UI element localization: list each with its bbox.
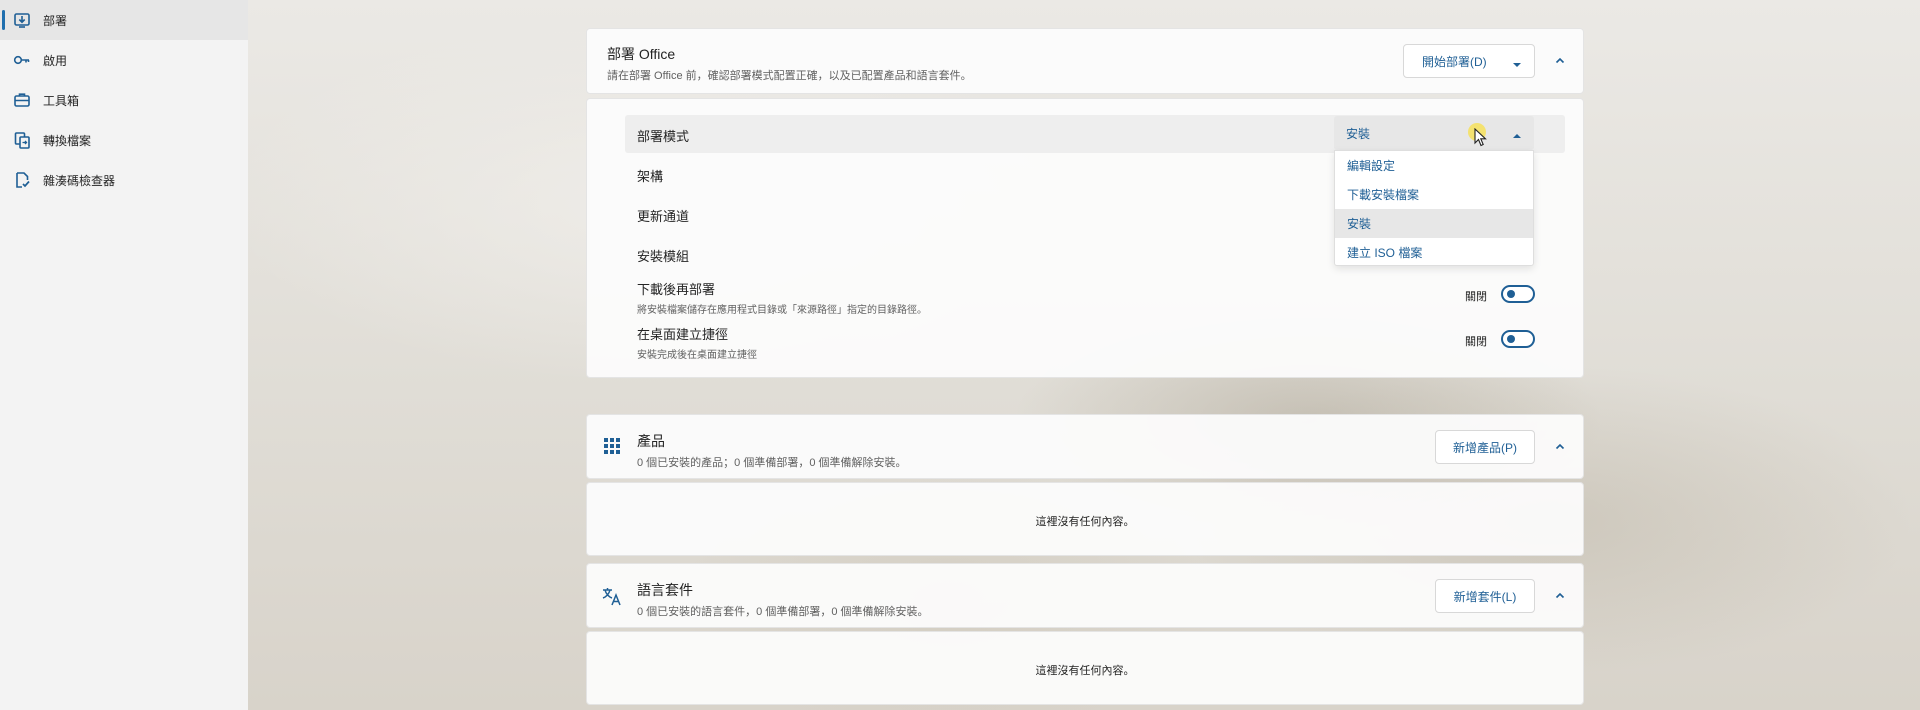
download-then-deploy-toggle[interactable]	[1501, 285, 1535, 303]
add-product-button[interactable]: 新增產品(P)	[1435, 430, 1535, 464]
key-icon	[12, 50, 32, 70]
collapse-chevron-up-icon[interactable]	[1553, 589, 1567, 603]
deploy-card-subtitle: 請在部署 Office 前，確認部署模式配置正確，以及已配置產品和語言套件。	[607, 70, 972, 82]
sidebar-item-convert[interactable]: 轉換檔案	[0, 120, 248, 160]
sidebar-item-toolbox[interactable]: 工具箱	[0, 80, 248, 120]
architecture-label: 架構	[637, 169, 664, 184]
language-packs-subtitle: 0 個已安裝的語言套件，0 個準備部署，0 個準備解除安裝。	[637, 606, 929, 618]
language-packs-title: 語言套件	[637, 582, 693, 598]
language-packs-list: 這裡沒有任何內容。	[586, 631, 1584, 705]
deploy-office-card: 部署 Office 請在部署 Office 前，確認部署模式配置正確，以及已配置…	[586, 28, 1584, 94]
deploy-mode-value: 安裝	[1346, 126, 1371, 141]
apps-grid-icon	[603, 437, 621, 460]
sidebar-item-label: 轉換檔案	[43, 133, 92, 148]
deploy-card-title: 部署 Office	[607, 46, 676, 62]
update-channel-label: 更新通道	[637, 209, 690, 224]
deploy-mode-label: 部署模式	[637, 129, 690, 144]
sidebar-item-label: 雜湊碼檢查器	[43, 173, 116, 188]
sidebar-item-checksum[interactable]: 雜湊碼檢查器	[0, 160, 248, 200]
desktop-shortcut-row: 在桌面建立捷徑 安裝完成後在桌面建立捷徑	[637, 324, 757, 361]
deploy-mode-select[interactable]: 安裝	[1334, 116, 1534, 150]
language-packs-card: 語言套件 0 個已安裝的語言套件，0 個準備部署，0 個準備解除安裝。 新增套件…	[586, 563, 1584, 628]
products-subtitle: 0 個已安裝的產品；0 個準備部署，0 個準備解除安裝。	[637, 457, 907, 469]
download-then-deploy-label: 下載後再部署	[637, 282, 716, 297]
products-card: 產品 0 個已安裝的產品；0 個準備部署，0 個準備解除安裝。 新增產品(P)	[586, 414, 1584, 479]
sidebar-item-label: 工具箱	[43, 93, 80, 108]
sidebar-item-activate[interactable]: 啟用	[0, 40, 248, 80]
desktop-shortcut-sub: 安裝完成後在桌面建立捷徑	[637, 350, 757, 361]
desktop-shortcut-state: 關閉	[1465, 336, 1487, 348]
start-deploy-button[interactable]: 開始部署(D)	[1403, 44, 1535, 78]
menu-item-create-iso[interactable]: 建立 ISO 檔案	[1335, 238, 1533, 267]
deploy-icon	[12, 10, 32, 30]
dropdown-caret-up-icon	[1512, 129, 1522, 143]
sidebar-item-deploy[interactable]: 部署	[0, 0, 248, 40]
menu-item-edit-settings[interactable]: 編輯設定	[1335, 151, 1533, 180]
desktop-shortcut-toggle[interactable]	[1501, 330, 1535, 348]
menu-item-install[interactable]: 安裝	[1335, 209, 1533, 238]
collapse-chevron-up-icon[interactable]	[1553, 440, 1567, 454]
products-title: 產品	[637, 433, 665, 449]
desktop-shortcut-label: 在桌面建立捷徑	[637, 327, 729, 342]
download-then-deploy-sub: 將安裝檔案儲存在應用程式目錄或「來源路徑」指定的目錄路徑。	[637, 305, 927, 316]
install-module-label: 安裝模組	[637, 249, 690, 264]
convert-file-icon	[12, 130, 32, 150]
sidebar-item-label: 啟用	[43, 53, 68, 68]
download-then-deploy-state: 關閉	[1465, 291, 1487, 303]
collapse-chevron-up-icon[interactable]	[1553, 54, 1567, 68]
sidebar-item-label: 部署	[43, 13, 68, 28]
deploy-mode-menu: 編輯設定 下載安裝檔案 安裝 建立 ISO 檔案	[1334, 150, 1534, 266]
add-language-pack-button[interactable]: 新增套件(L)	[1435, 579, 1535, 613]
mouse-pointer-icon	[1474, 127, 1488, 151]
products-empty-text: 這裡沒有任何內容。	[1035, 516, 1135, 528]
translate-icon	[601, 585, 623, 612]
toolbox-icon	[12, 90, 32, 110]
checksum-icon	[12, 170, 32, 190]
split-chevron-down-icon[interactable]	[1512, 58, 1522, 72]
products-list: 這裡沒有任何內容。	[586, 482, 1584, 556]
sidebar: 部署 啟用 工具箱 轉換檔案 雜湊碼檢查器	[0, 0, 248, 710]
download-then-deploy-row: 下載後再部署 將安裝檔案儲存在應用程式目錄或「來源路徑」指定的目錄路徑。	[637, 279, 927, 316]
start-deploy-label: 開始部署(D)	[1422, 54, 1487, 69]
language-packs-empty-text: 這裡沒有任何內容。	[1035, 665, 1135, 677]
menu-item-download-install-files[interactable]: 下載安裝檔案	[1335, 180, 1533, 209]
